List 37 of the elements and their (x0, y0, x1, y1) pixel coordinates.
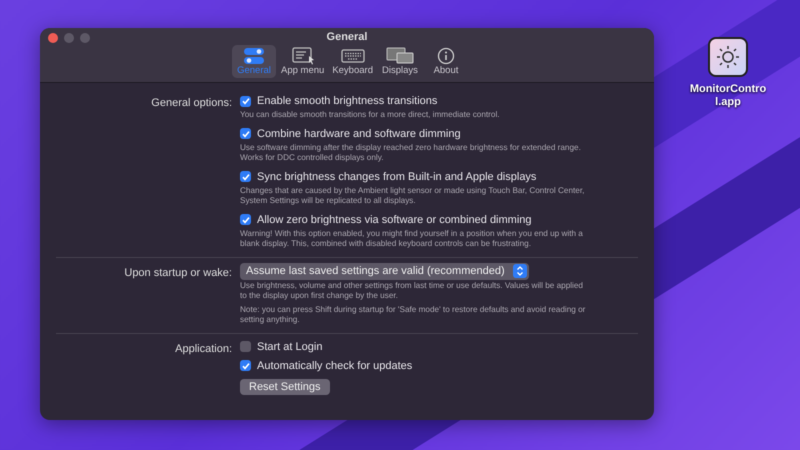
toolbar-tab[interactable]: About (424, 45, 468, 78)
checkbox[interactable] (240, 171, 251, 182)
sun-app-icon[interactable] (708, 37, 748, 77)
section-label: Application: (175, 342, 232, 354)
window-title: General (326, 31, 368, 43)
section-label: General options: (151, 97, 232, 109)
toggles-icon (241, 47, 267, 65)
description-text: You can disable smooth transitions for a more direct, immediate control. (240, 110, 501, 120)
displays-icon (384, 47, 415, 65)
checkbox[interactable] (240, 360, 251, 371)
description-text: Note: you can press Shift during startup for 'Safe mode' to restore defaults and avoid reading or setting anything. (240, 304, 586, 326)
section-label: Upon startup or wake: (124, 266, 232, 278)
checkbox-label: Combine hardware and software dimming (257, 128, 461, 140)
checkbox[interactable] (240, 341, 251, 352)
toolbar-tab[interactable]: App menu (278, 45, 328, 78)
toolbar-tab[interactable]: Displays (378, 45, 422, 78)
checkbox[interactable] (240, 214, 251, 225)
checkbox[interactable] (240, 96, 251, 106)
keyboard-icon (340, 47, 366, 65)
checkbox-label: Allow zero brightness via software or combined dimming (257, 214, 532, 226)
desktop-icon-label: MonitorControl.app (688, 83, 768, 109)
menu-window-icon (290, 47, 316, 65)
info-icon (436, 47, 456, 65)
checkbox-label: Start at Login (257, 340, 322, 352)
description-text: Changes that are caused by the Ambient light sensor or made using Touch Bar, Control Center, System Settings will be replicated to all displays. (240, 186, 586, 206)
close-button[interactable] (48, 33, 58, 43)
description-text: Use brightness, volume and other settings from last time or use defaults. Values will be applied to the display upon first change by the user. (240, 280, 584, 302)
checkbox-label: Enable smooth brightness transitions (257, 95, 438, 107)
checkbox-label: Automatically check for updates (257, 360, 412, 372)
popup-button[interactable]: Assume last saved settings are valid (recommended) (240, 262, 529, 280)
description-text: Use software dimming after the display reached zero hardware brightness for extended range. Works for DDC controlled displays only. (240, 142, 582, 164)
checkbox[interactable] (240, 128, 251, 139)
chevron-up-down-icon (512, 264, 527, 278)
reset-settings-button[interactable]: Reset Settings (240, 378, 330, 394)
toolbar-tab[interactable]: Keyboard (329, 45, 376, 78)
description-text: Warning! With this option enabled, you might find yourself in a position when you end up with a blank display. This, combined with disabled keyboard controls can be frustrating. (240, 228, 584, 250)
checkbox-label: Sync brightness changes from Built-in and Apple displays (257, 170, 536, 182)
